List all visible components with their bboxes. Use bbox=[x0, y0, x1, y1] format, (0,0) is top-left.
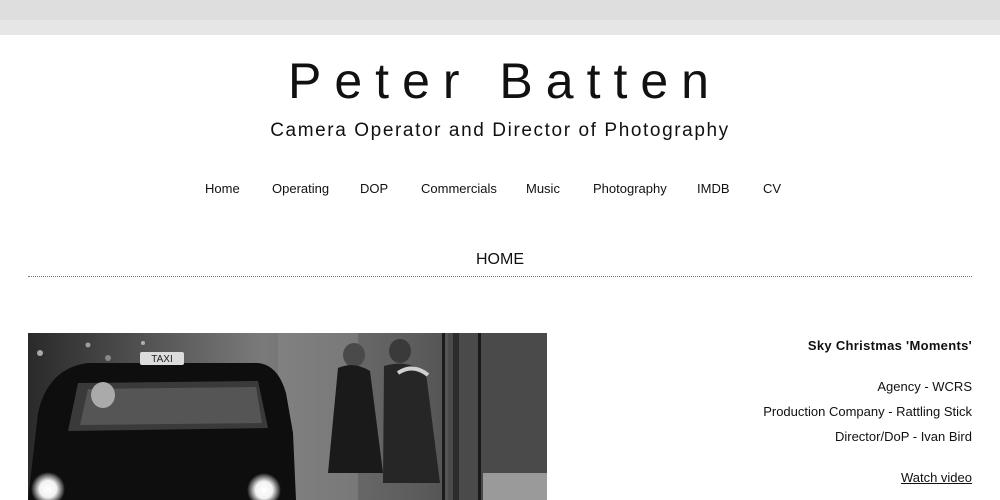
nav-item-cv[interactable]: CV bbox=[763, 181, 781, 196]
watch-video-link[interactable]: Watch video bbox=[901, 470, 972, 485]
nav-item-home[interactable]: Home bbox=[205, 181, 240, 196]
hero-image[interactable]: TAXI bbox=[28, 333, 547, 500]
browser-top-stripe bbox=[0, 20, 1000, 35]
main-nav: Home Operating DOP Commercials Music Pho… bbox=[0, 181, 1000, 201]
nav-item-imdb[interactable]: IMDB bbox=[697, 181, 730, 196]
page-heading: HOME bbox=[476, 251, 524, 268]
project-director: Director/DoP - Ivan Bird bbox=[834, 429, 972, 444]
hero-photo: TAXI bbox=[28, 333, 547, 500]
nav-item-music[interactable]: Music bbox=[526, 181, 560, 196]
nav-item-commercials[interactable]: Commercials bbox=[421, 181, 497, 196]
nav-item-operating[interactable]: Operating bbox=[272, 181, 329, 196]
nav-item-photography[interactable]: Photography bbox=[593, 181, 667, 196]
project-title: Sky Christmas 'Moments' bbox=[807, 338, 972, 353]
nav-item-dop[interactable]: DOP bbox=[360, 181, 388, 196]
site-title[interactable]: Peter Batten bbox=[0, 52, 1000, 110]
taxi-sign: TAXI bbox=[151, 354, 172, 365]
heading-divider bbox=[28, 276, 972, 277]
site-subtitle: Camera Operator and Director of Photogra… bbox=[270, 120, 730, 141]
browser-top-bar bbox=[0, 0, 1000, 35]
project-agency: Agency - WCRS bbox=[877, 379, 972, 394]
project-production-company: Production Company - Rattling Stick bbox=[763, 404, 972, 419]
